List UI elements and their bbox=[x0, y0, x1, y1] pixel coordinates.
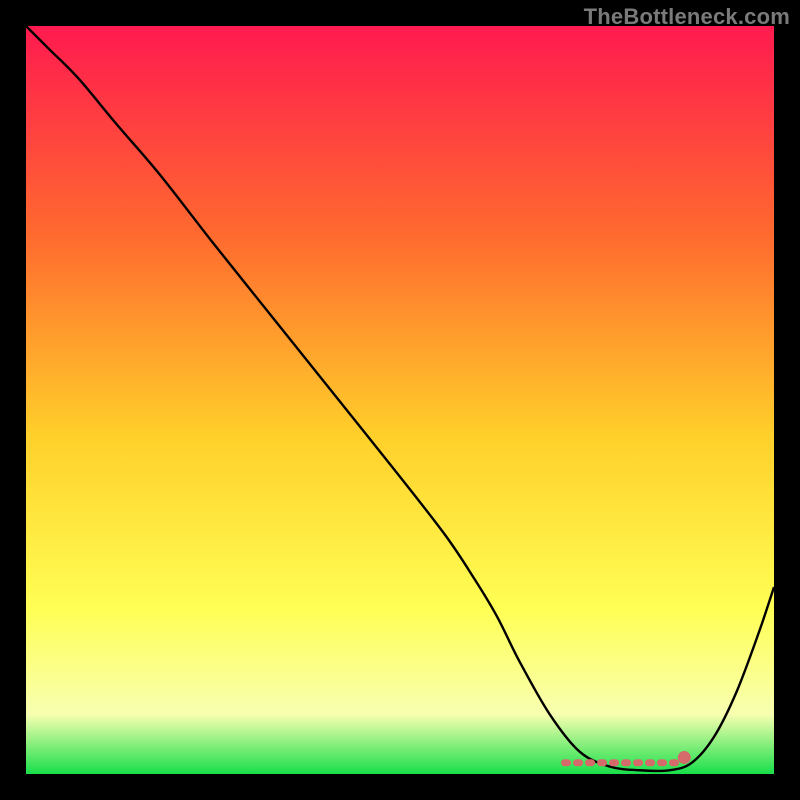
highlight-point bbox=[678, 751, 691, 764]
plot-area bbox=[26, 26, 774, 774]
gradient-background bbox=[26, 26, 774, 774]
chart-svg bbox=[26, 26, 774, 774]
chart-frame: TheBottleneck.com bbox=[0, 0, 800, 800]
